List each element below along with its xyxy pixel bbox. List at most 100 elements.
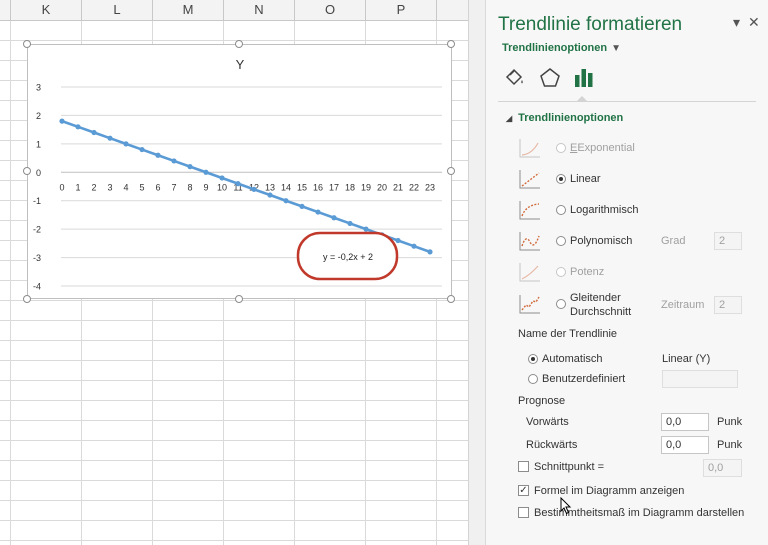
line-chart: Y3210-1-2-3-4012345678910111213141516171… bbox=[33, 57, 442, 292]
resize-handle-bottom-left[interactable] bbox=[23, 295, 31, 303]
label-power: Potenz bbox=[570, 266, 605, 278]
column-header-n[interactable]: N bbox=[224, 0, 295, 20]
data-point bbox=[267, 192, 273, 198]
backward-input[interactable] bbox=[661, 436, 709, 454]
pentagon-icon[interactable] bbox=[538, 66, 562, 90]
y-tick-label: 1 bbox=[36, 139, 41, 149]
label-intercept: Schnittpunkt = bbox=[534, 461, 605, 473]
label-backward: Rückwärts bbox=[526, 439, 578, 451]
tab-underline bbox=[498, 101, 756, 102]
radio-linear[interactable] bbox=[556, 174, 566, 184]
custom-name-input[interactable] bbox=[662, 370, 738, 388]
y-tick-label: -2 bbox=[33, 225, 41, 235]
y-tick-label: -3 bbox=[33, 253, 41, 263]
data-point bbox=[219, 175, 225, 181]
label-exponential: EExponential bbox=[570, 142, 635, 154]
x-tick-label: 23 bbox=[425, 182, 435, 192]
x-tick-label: 3 bbox=[107, 182, 112, 192]
power-trend-icon bbox=[519, 263, 540, 282]
x-tick-label: 0 bbox=[59, 182, 64, 192]
x-tick-label: 1 bbox=[75, 182, 80, 192]
checkbox-show-equation[interactable]: ✓ bbox=[518, 485, 529, 496]
section-trendline-options[interactable]: ◢ Trendlinienoptionen bbox=[506, 112, 623, 124]
radio-exponential[interactable] bbox=[556, 143, 566, 153]
forward-input[interactable] bbox=[661, 413, 709, 431]
x-tick-label: 7 bbox=[171, 182, 176, 192]
x-tick-label: 5 bbox=[139, 182, 144, 192]
polynomial-trend-icon bbox=[519, 232, 540, 251]
trendline-equation-label: y = -0,2x + 2 bbox=[323, 252, 373, 262]
label-logarithmic: Logarithmisch bbox=[570, 204, 639, 216]
radio-polynomial[interactable] bbox=[556, 236, 566, 246]
header-trendline-name: Name der Trendlinie bbox=[518, 328, 618, 340]
y-tick-label: 2 bbox=[36, 111, 41, 121]
chart-title: Y bbox=[236, 57, 245, 72]
column-header-l[interactable]: L bbox=[82, 0, 153, 20]
radio-moving-average[interactable] bbox=[556, 299, 566, 309]
options-dropdown[interactable]: Trendlinienoptionen ▼ bbox=[502, 42, 621, 54]
active-tab-marker bbox=[576, 96, 588, 102]
spreadsheet-area[interactable]: K L M N O P Y 3 2 1 0 -1 -2 -3 -4 0 1 2 3 4 5 6 7 8 9 10 11 1… bbox=[0, 0, 468, 545]
data-point bbox=[171, 158, 177, 164]
grad-input[interactable] bbox=[714, 232, 742, 250]
x-tick-label: 6 bbox=[155, 182, 160, 192]
resize-handle-bottom[interactable] bbox=[235, 295, 243, 303]
data-point bbox=[75, 124, 81, 130]
x-tick-label: 8 bbox=[187, 182, 192, 192]
x-tick-label: 10 bbox=[217, 182, 227, 192]
resize-handle-bottom-right[interactable] bbox=[447, 295, 455, 303]
data-point bbox=[235, 181, 241, 187]
resize-handle-top-left[interactable] bbox=[23, 40, 31, 48]
data-point bbox=[347, 220, 353, 227]
zeitraum-input[interactable] bbox=[714, 296, 742, 314]
data-point bbox=[91, 129, 97, 136]
data-point bbox=[363, 226, 369, 232]
x-tick-label: 19 bbox=[361, 182, 371, 192]
x-tick-label: 18 bbox=[345, 182, 355, 192]
radio-power[interactable] bbox=[556, 267, 566, 277]
bar-chart-icon[interactable] bbox=[572, 66, 596, 90]
radio-name-custom[interactable] bbox=[528, 374, 538, 384]
label-linear: Linear bbox=[570, 173, 601, 185]
label-show-equation: Formel im Diagramm anzeigen bbox=[534, 485, 685, 497]
radio-logarithmic[interactable] bbox=[556, 205, 566, 215]
forward-unit: Punk bbox=[717, 416, 743, 428]
vertical-scrollbar[interactable] bbox=[468, 0, 485, 545]
column-header-p[interactable]: P bbox=[366, 0, 437, 20]
data-point bbox=[283, 198, 289, 204]
y-tick-label: -4 bbox=[33, 282, 41, 292]
data-point bbox=[395, 237, 401, 244]
resize-handle-left[interactable] bbox=[23, 167, 31, 175]
exponential-trend-icon bbox=[519, 139, 540, 158]
resize-handle-right[interactable] bbox=[447, 167, 455, 175]
data-point bbox=[59, 118, 65, 124]
resize-handle-top-right[interactable] bbox=[447, 40, 455, 48]
pane-collapse-icon[interactable]: ▾ bbox=[733, 14, 740, 31]
y-tick-label: -1 bbox=[33, 196, 41, 206]
pane-close-icon[interactable]: ✕ bbox=[748, 14, 760, 31]
linear-trend-icon bbox=[519, 170, 540, 189]
data-point bbox=[331, 215, 337, 221]
checkbox-show-r-squared[interactable] bbox=[518, 507, 529, 518]
label-name-automatic: Automatisch bbox=[542, 353, 603, 365]
data-point bbox=[315, 209, 321, 215]
data-point bbox=[155, 152, 161, 158]
radio-name-automatic[interactable] bbox=[528, 354, 538, 364]
column-header-m[interactable]: M bbox=[153, 0, 224, 20]
column-header-k[interactable]: K bbox=[11, 0, 82, 20]
fill-bucket-icon[interactable] bbox=[502, 66, 526, 90]
x-tick-label: 21 bbox=[393, 182, 403, 192]
chart-area[interactable]: Y3210-1-2-3-4012345678910111213141516171… bbox=[27, 44, 452, 299]
x-tick-label: 14 bbox=[281, 182, 291, 192]
pane-title: Trendlinie formatieren bbox=[498, 14, 683, 35]
column-header-o[interactable]: O bbox=[295, 0, 366, 20]
x-tick-label: 17 bbox=[329, 182, 339, 192]
x-tick-label: 16 bbox=[313, 182, 323, 192]
x-tick-label: 2 bbox=[91, 182, 96, 192]
x-tick-label: 20 bbox=[377, 182, 387, 192]
resize-handle-top[interactable] bbox=[235, 40, 243, 48]
checkbox-intercept[interactable] bbox=[518, 461, 529, 472]
label-grad: Grad bbox=[661, 235, 686, 247]
chevron-down-icon: ▼ bbox=[611, 43, 622, 54]
intercept-input[interactable] bbox=[703, 459, 742, 477]
